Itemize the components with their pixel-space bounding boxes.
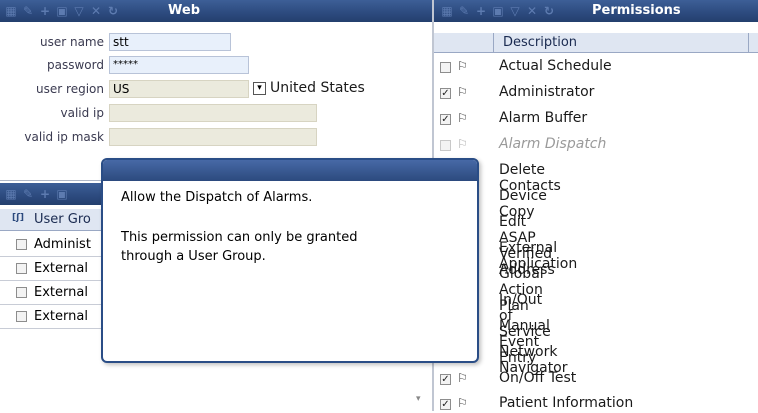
valid-ip-label: valid ip [60, 106, 104, 120]
permission-checkbox[interactable]: ✓ [440, 399, 451, 410]
permission-tooltip: Allow the Dispatch of Alarms. This permi… [101, 158, 479, 363]
grid-icon[interactable]: ▦ [4, 187, 18, 201]
password-field[interactable]: ***** [109, 56, 249, 74]
permission-row[interactable]: ✓ ⚐ On/Off Test [434, 367, 758, 393]
grid-icon[interactable]: ▦ [4, 4, 18, 18]
permission-row[interactable]: ⚐ Actual Schedule [434, 55, 758, 81]
header-divider [493, 33, 494, 53]
permission-row: ⚐ Alarm Dispatch [434, 133, 758, 159]
user-region-field[interactable]: US [109, 80, 249, 98]
add-icon[interactable]: + [38, 4, 52, 18]
permission-row[interactable]: ✓ ⚐ Alarm Buffer [434, 107, 758, 133]
permission-label: Alarm Dispatch [499, 136, 607, 152]
group-checkbox[interactable] [16, 287, 27, 298]
valid-ip-mask-field[interactable] [109, 128, 317, 146]
web-panel-titlebar: ▦ ✎ + ▣ ▽ ✕ ↻ Web [0, 0, 432, 22]
save-icon[interactable]: ▣ [491, 4, 505, 18]
group-checkbox[interactable] [16, 311, 27, 322]
groups-column-label[interactable]: User Gro [34, 212, 91, 227]
user-name-label: user name [39, 35, 104, 49]
permission-row[interactable]: ✓ ⚐ Patient Information [434, 393, 758, 413]
pin-icon: ⚐ [457, 85, 468, 99]
user-region-label: user region [36, 82, 104, 96]
valid-ip-mask-label: valid ip mask [24, 130, 104, 144]
permission-row[interactable]: ✓ ⚐ Administrator [434, 81, 758, 107]
group-label: Administ [34, 237, 91, 252]
tooltip-line: through a User Group. [121, 249, 266, 264]
add-icon[interactable]: + [474, 4, 488, 18]
permissions-column-header: Description [434, 33, 758, 53]
edit-icon[interactable]: ✎ [21, 4, 35, 18]
pin-icon: ⚐ [457, 371, 468, 385]
filter-icon[interactable]: ▽ [72, 4, 86, 18]
user-name-field[interactable]: stt [109, 33, 231, 51]
pin-icon: ⚐ [457, 396, 468, 410]
chevron-down-icon[interactable]: ▾ [253, 82, 266, 95]
tooltip-line: This permission can only be granted [121, 230, 358, 245]
refresh-icon[interactable]: [ʃ] [12, 213, 24, 223]
header-divider [748, 33, 749, 53]
delete-icon[interactable]: ✕ [89, 4, 103, 18]
permission-checkbox[interactable]: ✓ [440, 374, 451, 385]
description-column-label[interactable]: Description [503, 35, 577, 50]
scroll-down-icon[interactable]: ▾ [416, 394, 421, 404]
password-label: password [47, 58, 104, 72]
edit-icon[interactable]: ✎ [21, 187, 35, 201]
pin-icon: ⚐ [457, 137, 468, 151]
edit-icon[interactable]: ✎ [457, 4, 471, 18]
pin-icon: ⚐ [457, 59, 468, 73]
group-label: External [34, 261, 88, 276]
permissions-toolbar: ▦ ✎ + ▣ ▽ ✕ ↻ [440, 4, 556, 18]
permission-checkbox [440, 140, 451, 151]
add-icon[interactable]: + [38, 187, 52, 201]
refresh-icon[interactable]: ↻ [542, 4, 556, 18]
save-icon[interactable]: ▣ [55, 4, 69, 18]
group-checkbox[interactable] [16, 263, 27, 274]
permission-label: Administrator [499, 84, 595, 100]
refresh-icon[interactable]: ↻ [106, 4, 120, 18]
save-icon[interactable]: ▣ [55, 187, 69, 201]
tooltip-line: Allow the Dispatch of Alarms. [121, 190, 313, 205]
permission-label: Patient Information [499, 395, 634, 411]
filter-icon[interactable]: ▽ [508, 4, 522, 18]
permissions-panel-title: Permissions [592, 3, 681, 18]
web-toolbar: ▦ ✎ + ▣ ▽ ✕ ↻ [4, 4, 120, 18]
permission-checkbox[interactable]: ✓ [440, 88, 451, 99]
grid-icon[interactable]: ▦ [440, 4, 454, 18]
pin-icon: ⚐ [457, 111, 468, 125]
tooltip-header [103, 160, 477, 181]
permission-label: Alarm Buffer [499, 110, 588, 126]
group-checkbox[interactable] [16, 239, 27, 250]
group-label: External [34, 309, 88, 324]
valid-ip-field[interactable] [109, 104, 317, 122]
groups-toolbar: ▦ ✎ + ▣ [4, 187, 69, 201]
delete-icon[interactable]: ✕ [525, 4, 539, 18]
group-label: External [34, 285, 88, 300]
permission-checkbox[interactable]: ✓ [440, 114, 451, 125]
permission-checkbox[interactable] [440, 62, 451, 73]
permission-label: Actual Schedule [499, 58, 612, 74]
permission-label: On/Off Test [499, 370, 577, 386]
permissions-panel-titlebar: ▦ ✎ + ▣ ▽ ✕ ↻ Permissions [434, 0, 758, 22]
web-panel-title: Web [168, 3, 200, 18]
region-country-label: United States [270, 80, 365, 96]
